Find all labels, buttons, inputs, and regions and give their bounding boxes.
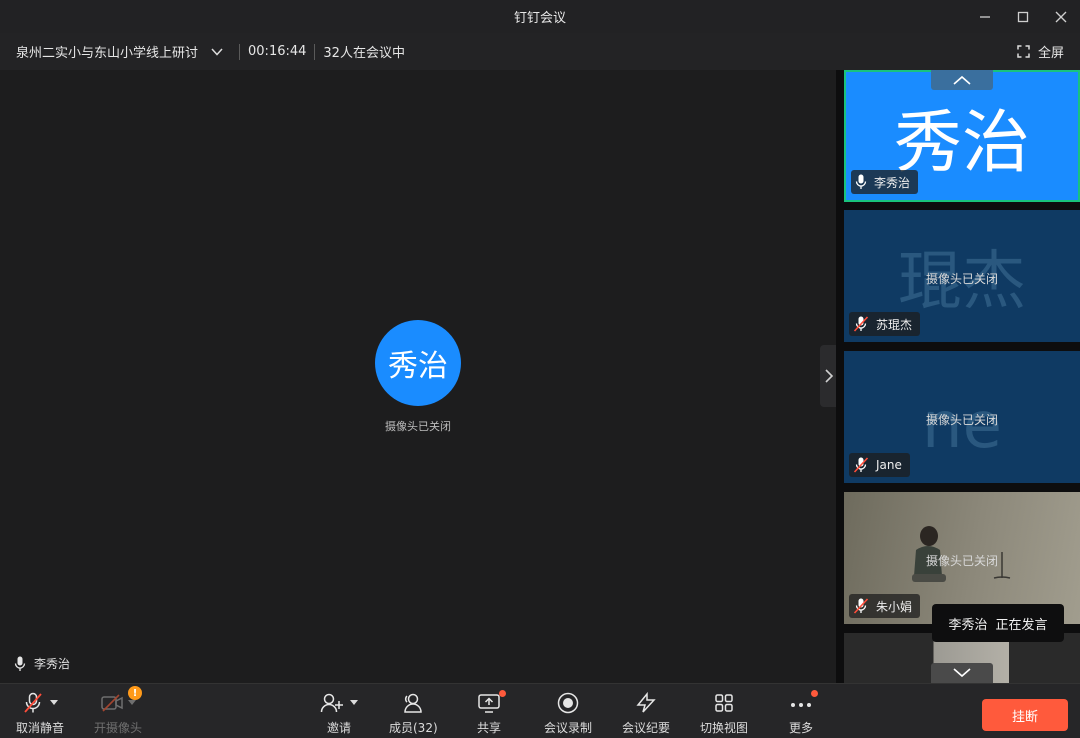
record-icon (557, 692, 579, 714)
chevron-right-icon (825, 369, 834, 383)
participant-sidebar: 秀治 李秀治 琨杰 摄像头已关闭 苏琨杰 ne 摄像头已关闭 Jane 摄像头已… (836, 70, 1080, 683)
fullscreen-button[interactable]: 全屏 (1017, 33, 1064, 70)
camera-button[interactable]: ! 开摄像头 (94, 686, 143, 736)
camera-off-icon (101, 694, 123, 712)
stage-speaker-label: 李秀治 (14, 655, 70, 672)
microphone-muted-icon (24, 692, 42, 713)
microphone-icon (855, 174, 867, 189)
scroll-up-button[interactable] (931, 70, 993, 90)
camera-off-status: 摄像头已关闭 (925, 413, 998, 427)
record-button[interactable]: 会议录制 (544, 690, 592, 736)
add-user-icon (320, 693, 343, 713)
chevron-up-icon (953, 75, 971, 85)
meeting-minutes-button[interactable]: 会议纪要 (622, 690, 670, 736)
notification-dot (499, 690, 506, 697)
members-label: 成员(32) (389, 721, 438, 735)
speaking-name: 李秀治 (948, 617, 988, 633)
more-button[interactable]: 更多 (789, 690, 818, 736)
caret-down-icon[interactable] (50, 700, 58, 706)
screen-share-icon (478, 694, 500, 713)
close-button[interactable] (1043, 0, 1079, 33)
notification-dot (811, 690, 818, 697)
speaking-indicator: 李秀治 正在发言 (932, 604, 1064, 642)
participant-name-label: 苏琨杰 (849, 312, 921, 336)
speaking-status: 正在发言 (995, 617, 1048, 633)
camera-off-status: 摄像头已关闭 (925, 554, 998, 568)
grid-view-icon (715, 694, 733, 712)
participant-name-label: Jane (849, 453, 910, 477)
meeting-timer: 00:16:44 (248, 44, 307, 59)
camera-label: 开摄像头 (94, 721, 143, 735)
speaker-avatar: 秀治 (375, 320, 461, 406)
chevron-down-icon (953, 668, 971, 678)
fullscreen-label: 全屏 (1037, 46, 1064, 61)
participant-name: 李秀治 (874, 175, 911, 190)
more-icon (791, 703, 811, 707)
chevron-down-icon[interactable] (210, 45, 224, 59)
switch-view-label: 切换视图 (700, 721, 749, 735)
minimize-icon (980, 15, 990, 18)
maximize-button[interactable] (1005, 0, 1041, 33)
divider (239, 43, 241, 60)
caret-down-icon[interactable] (350, 700, 358, 706)
participant-name-label: 朱小娟 (849, 594, 921, 618)
bottom-toolbar (0, 683, 1080, 738)
participant-name-label: 李秀治 (851, 170, 919, 194)
warning-badge-icon: ! (128, 686, 142, 700)
invite-label: 邀请 (326, 721, 351, 735)
fullscreen-icon (1017, 45, 1030, 58)
title-bar: 钉钉会议 (0, 0, 1080, 33)
switch-view-button[interactable]: 切换视图 (700, 690, 748, 736)
window-title: 钉钉会议 (513, 11, 566, 26)
attendee-count: 32人在会议中 (323, 46, 405, 61)
scroll-down-button[interactable] (931, 663, 993, 683)
minutes-icon (636, 692, 656, 713)
record-label: 会议录制 (544, 721, 593, 735)
close-icon (1055, 11, 1067, 22)
meeting-info-bar: 泉州二实小与东山小学线上研讨 00:16:44 32人在会议中 全屏 (0, 33, 1080, 70)
microphone-icon (14, 656, 26, 671)
unmute-label: 取消静音 (16, 721, 65, 735)
hangup-button[interactable]: 挂断 (982, 699, 1068, 731)
meeting-window: 钉钉会议 泉州二实小与东山小学线上研讨 00:16:44 32人在会议中 全屏 … (0, 0, 1080, 738)
meeting-name[interactable]: 泉州二实小与东山小学线上研讨 (16, 42, 198, 61)
microphone-muted-icon (853, 598, 869, 614)
participant-name: Jane (876, 458, 902, 472)
unmute-button[interactable]: 取消静音 (16, 690, 64, 736)
invite-button[interactable]: 邀请 (320, 690, 358, 736)
camera-off-status: 摄像头已关闭 (385, 420, 451, 433)
participant-name: 苏琨杰 (876, 317, 913, 332)
participant-tile-2[interactable]: 琨杰 摄像头已关闭 苏琨杰 (844, 210, 1080, 342)
maximize-icon (1017, 11, 1029, 22)
minimize-button[interactable] (967, 0, 1003, 33)
divider (314, 43, 316, 60)
microphone-muted-icon (853, 316, 869, 332)
caret-down-icon[interactable] (128, 700, 136, 706)
participant-tile-3[interactable]: ne 摄像头已关闭 Jane (844, 351, 1080, 483)
members-button[interactable]: 成员(32) (389, 690, 438, 736)
stage-speaker-name: 李秀治 (34, 657, 71, 671)
more-label: 更多 (789, 721, 814, 735)
microphone-muted-icon (853, 457, 869, 473)
share-label: 共享 (477, 721, 502, 735)
members-icon (404, 693, 423, 713)
meeting-minutes-label: 会议纪要 (622, 721, 671, 735)
share-button[interactable]: 共享 (477, 690, 506, 736)
participant-name: 朱小娟 (876, 599, 913, 614)
camera-off-status: 摄像头已关闭 (925, 272, 998, 286)
